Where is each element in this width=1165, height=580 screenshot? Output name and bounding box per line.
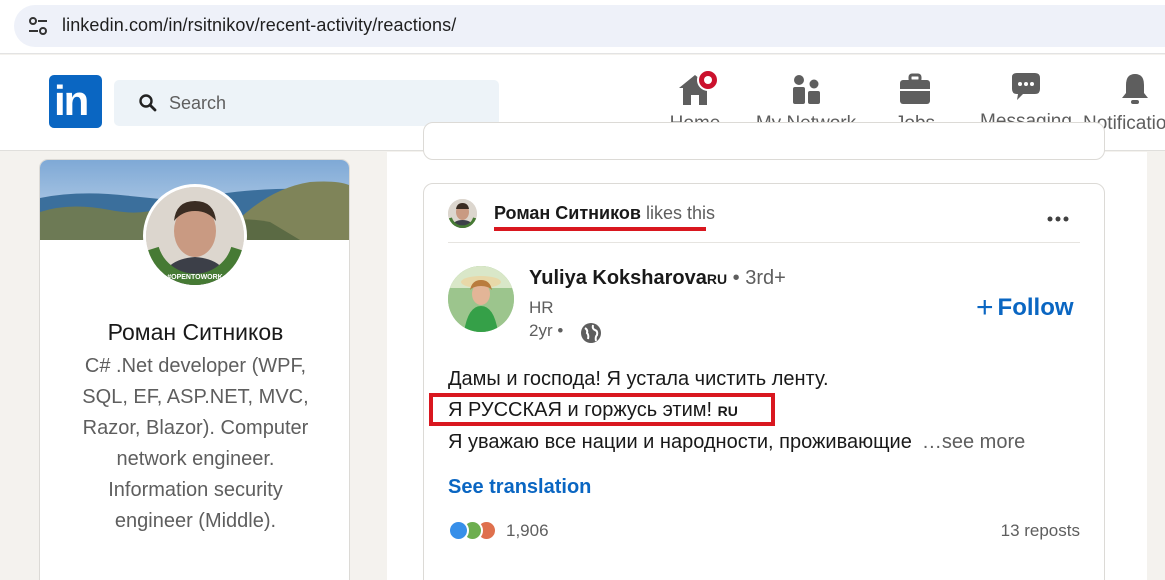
like-reaction-icon — [448, 520, 469, 541]
chat-icon — [1012, 73, 1040, 100]
post-card: Роман Ситников likes this Yuliya Kokshar… — [423, 183, 1105, 580]
globe-icon — [581, 323, 601, 343]
context-action: likes this — [645, 203, 715, 223]
search-placeholder[interactable]: Search — [169, 93, 226, 114]
briefcase-icon — [900, 73, 930, 104]
author-line: Yuliya KoksharovaRU • 3rd+ — [529, 267, 786, 290]
site-settings-icon[interactable] — [28, 17, 48, 35]
open-to-work-text: #OPENTOWORK — [167, 274, 223, 281]
reaction-count: 1,906 — [506, 521, 549, 540]
post-time: 2yr • — [529, 321, 564, 340]
address-bar[interactable]: linkedin.com/in/rsitnikov/recent-activit… — [14, 5, 1165, 47]
avatar: #OPENTOWORK — [146, 187, 244, 285]
profile-card[interactable]: #OPENTOWORK Роман Ситников C# .Net devel… — [39, 159, 350, 580]
ellipsis-icon — [1047, 216, 1069, 222]
post-line: Дамы и господа! Я устала чистить ленту. — [448, 368, 829, 390]
follow-button[interactable]: + Follow — [976, 289, 1074, 324]
profile-headline: C# .Net developer (WPF, SQL, EF, ASP.NET… — [82, 355, 309, 532]
red-underline-annotation — [494, 227, 706, 231]
people-icon — [793, 75, 820, 104]
see-translation-link[interactable]: See translation — [448, 476, 591, 499]
search-box[interactable]: Search — [114, 80, 499, 126]
activity-feed: Роман Ситников likes this Yuliya Kokshar… — [387, 122, 1147, 580]
reposts-count[interactable]: 13 reposts — [1001, 521, 1080, 541]
plus-icon: + — [976, 291, 994, 324]
profile-avatar[interactable]: #OPENTOWORK — [143, 184, 247, 288]
author-name[interactable]: Yuliya Koksharova — [529, 267, 707, 289]
profile-name[interactable]: Роман Ситников — [40, 319, 349, 346]
red-box-annotation — [429, 393, 775, 426]
url-text[interactable]: linkedin.com/in/rsitnikov/recent-activit… — [62, 15, 456, 36]
connection-degree: • 3rd+ — [732, 267, 786, 289]
author-title: HR — [529, 298, 554, 317]
context-avatar[interactable] — [448, 199, 477, 228]
see-more-link[interactable]: …see more — [922, 431, 1025, 453]
divider — [448, 242, 1080, 243]
bell-icon — [1122, 74, 1148, 104]
author-avatar[interactable] — [448, 266, 514, 332]
previous-post-card — [423, 122, 1105, 160]
author-flag: RU — [706, 271, 728, 287]
post-line: Я уважаю все нации и народности, прожива… — [448, 431, 1026, 453]
context-name[interactable]: Роман Ситников — [494, 203, 641, 223]
post-context: Роман Ситников likes this — [494, 203, 715, 224]
search-icon — [139, 94, 157, 112]
follow-label: Follow — [997, 294, 1074, 321]
more-options-button[interactable] — [1046, 203, 1070, 229]
notification-badge — [697, 69, 719, 91]
browser-toolbar: linkedin.com/in/rsitnikov/recent-activit… — [0, 0, 1165, 54]
linkedin-logo[interactable]: in — [49, 75, 102, 128]
